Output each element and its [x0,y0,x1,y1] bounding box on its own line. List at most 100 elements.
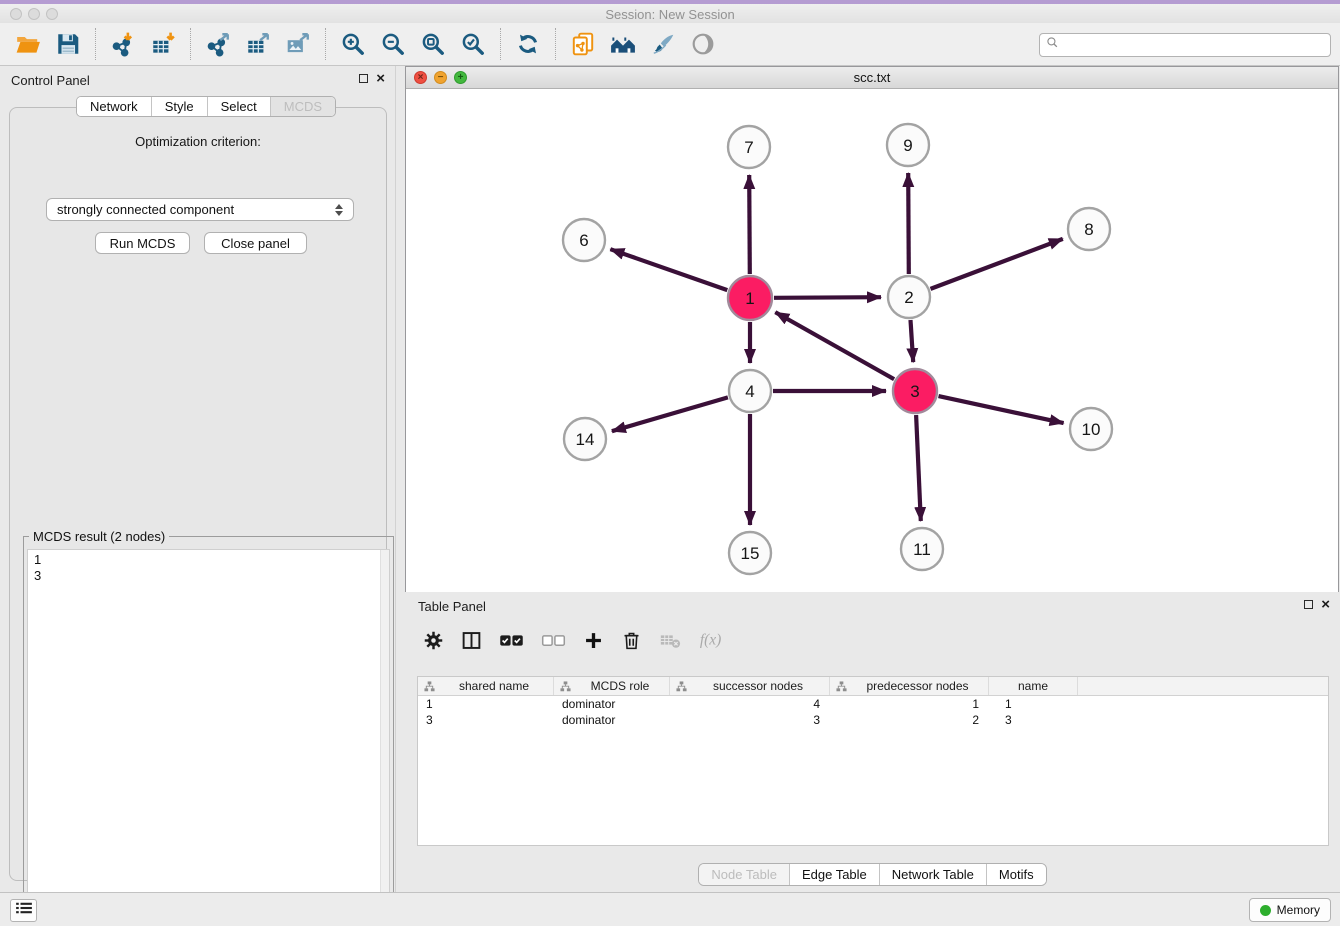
task-history-button[interactable] [10,899,37,922]
table-cell[interactable]: dominator [554,712,670,728]
table-cell[interactable]: 3 [989,712,1078,728]
table-cell[interactable]: 1 [830,696,989,712]
table-cell[interactable]: 1 [989,696,1078,712]
graph-node-1[interactable]: 1 [728,276,772,320]
column-header-name[interactable]: name [989,677,1078,695]
table-settings-icon[interactable] [423,625,444,655]
control-panel-float-icon[interactable] [359,74,368,83]
tab-mcds[interactable]: MCDS [271,97,335,116]
graph-node-9[interactable]: 9 [887,124,929,166]
control-panel-close-icon[interactable]: × [376,73,385,84]
graph-edge-4-14[interactable] [612,397,728,431]
graph-node-8[interactable]: 8 [1068,208,1110,250]
graph-edge-3-10[interactable] [939,396,1064,423]
graph-edge-2-3[interactable] [911,320,914,362]
select-all-columns-icon[interactable] [499,625,524,655]
graph-edge-2-8[interactable] [931,239,1063,289]
table-cell[interactable]: dominator [554,696,670,712]
column-header-successor-nodes[interactable]: successor nodes [670,677,830,695]
interaction-type-icon [676,681,687,692]
import-network-icon[interactable] [103,26,143,62]
column-label: successor nodes [687,679,829,693]
table-cell[interactable]: 1 [418,696,554,712]
graph-node-10[interactable]: 10 [1070,408,1112,450]
search-box[interactable] [1039,33,1331,57]
graph-node-14[interactable]: 14 [564,418,606,460]
column-header-MCDS-role[interactable]: MCDS role [554,677,670,695]
zoom-selected-icon[interactable] [453,26,493,62]
zoom-fit-icon[interactable] [413,26,453,62]
tab-node-table[interactable]: Node Table [699,864,790,885]
table-row[interactable]: 3dominator323 [418,712,1328,728]
tab-network-table[interactable]: Network Table [880,864,987,885]
interaction-type-icon [424,681,435,692]
table-cell[interactable]: 4 [670,696,830,712]
interaction-type-icon [836,681,847,692]
add-column-icon[interactable] [583,625,604,655]
title-bar: Session: New Session [0,4,1340,23]
export-table-icon[interactable] [238,26,278,62]
graph-node-4[interactable]: 4 [729,370,771,412]
import-table-icon[interactable] [143,26,183,62]
mcds-result-list[interactable]: 13 [27,549,390,913]
save-session-icon[interactable] [48,26,88,62]
graph-edge-1-6[interactable] [610,249,727,290]
export-image-icon[interactable] [278,26,318,62]
graph-node-7[interactable]: 7 [728,126,770,168]
table-cell[interactable]: 2 [830,712,989,728]
close-panel-button[interactable]: Close panel [204,232,307,254]
tab-select[interactable]: Select [208,97,271,116]
run-mcds-button[interactable]: Run MCDS [95,232,190,254]
tab-edge-table[interactable]: Edge Table [790,864,880,885]
column-header-shared-name[interactable]: shared name [418,677,554,695]
refresh-icon[interactable] [508,26,548,62]
network-window-title: scc.txt [406,70,1338,85]
network-canvas[interactable]: 7 9 6 8 1 2 4 3 14 10 15 11 [406,89,1338,592]
style-icon[interactable] [643,26,683,62]
graph-edge-3-11[interactable] [916,415,921,521]
table-panel-close-icon[interactable]: × [1321,599,1330,610]
graph-node-label: 4 [745,382,754,401]
graph-node-15[interactable]: 15 [729,532,771,574]
graph-edge-1-7[interactable] [749,175,750,274]
control-panel-title: Control Panel [11,73,90,88]
clone-network-icon[interactable] [563,26,603,62]
graph-node-11[interactable]: 11 [901,528,943,570]
memory-button[interactable]: Memory [1249,898,1331,922]
table-panel-float-icon[interactable] [1304,600,1313,609]
status-bar: Memory [0,892,1340,926]
table-header-row: shared nameMCDS role successor nodes prede… [418,677,1328,696]
graph-edge-1-2[interactable] [774,297,881,298]
home-icon[interactable] [603,26,643,62]
network-window-titlebar[interactable]: × − + scc.txt [406,67,1338,89]
graph-edge-3-1[interactable] [775,312,894,379]
toolbar-separator [190,28,191,60]
table-row[interactable]: 1dominator411 [418,696,1328,712]
deselect-all-columns-icon[interactable] [541,625,566,655]
graph-node-2[interactable]: 2 [888,276,930,318]
graph-node-3[interactable]: 3 [893,369,937,413]
tab-motifs[interactable]: Motifs [987,864,1046,885]
zoom-out-icon[interactable] [373,26,413,62]
column-label: predecessor nodes [847,679,988,693]
tab-network[interactable]: Network [77,97,152,116]
column-header-predecessor-nodes[interactable]: predecessor nodes [830,677,989,695]
delete-column-icon[interactable] [621,625,642,655]
tab-style[interactable]: Style [152,97,208,116]
toolbar-separator [500,28,501,60]
result-scrollbar[interactable] [380,550,389,912]
open-file-icon[interactable] [8,26,48,62]
graph-node-label: 1 [745,289,754,308]
graph-edge-2-9[interactable] [908,173,909,274]
graph-node-label: 15 [741,544,760,563]
graph-node-6[interactable]: 6 [563,219,605,261]
toggle-columns-icon[interactable] [461,625,482,655]
export-network-icon[interactable] [198,26,238,62]
mcds-panel: Optimization criterion: strongly connect… [9,107,387,881]
table-cell[interactable]: 3 [670,712,830,728]
optimization-criterion-select[interactable]: strongly connected component [46,198,354,221]
table-cell[interactable]: 3 [418,712,554,728]
zoom-in-icon[interactable] [333,26,373,62]
function-builder-icon: f(x) [698,625,729,655]
search-input[interactable] [1063,35,1330,55]
